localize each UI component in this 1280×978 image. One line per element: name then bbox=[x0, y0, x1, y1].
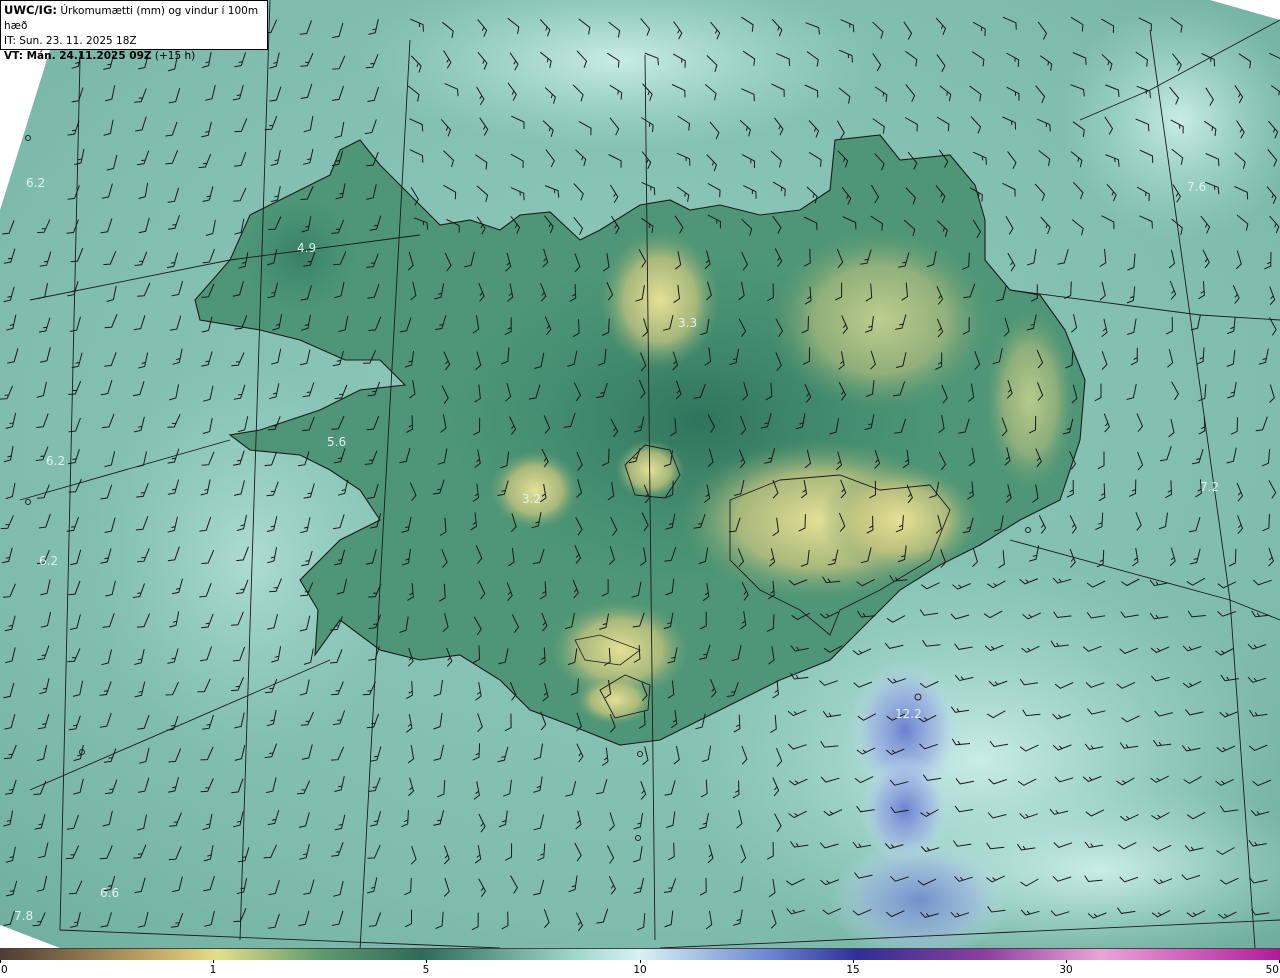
colorbar-tick-label: 30 bbox=[1059, 964, 1073, 976]
map-label: 6.2 bbox=[46, 454, 65, 468]
valid-time: VT: Mán. 24.11.2025 09Z bbox=[4, 50, 152, 62]
colorbar-tick-label: 50 bbox=[1265, 964, 1279, 976]
map-label: 7.2 bbox=[1200, 480, 1219, 494]
map-label: 5.6 bbox=[327, 435, 346, 449]
map-label: 7.8 bbox=[14, 909, 33, 923]
map-label: 3.2 bbox=[522, 492, 541, 506]
colorbar-tick-label: 15 bbox=[846, 964, 860, 976]
model-name: UWC/IG: bbox=[4, 3, 57, 17]
map-label: 7.6 bbox=[1187, 180, 1206, 194]
colorbar-tick-label: 5 bbox=[422, 964, 430, 976]
map-label: 4.9 bbox=[297, 241, 316, 255]
map-label: 6.6 bbox=[100, 886, 119, 900]
valid-line: VT: Mán. 24.11.2025 09Z (+15 h) bbox=[4, 49, 264, 64]
colorbar-tick-label: 10 bbox=[633, 964, 647, 976]
title-line: UWC/IG: Úrkomumætti (mm) og vindur í 100… bbox=[4, 3, 264, 34]
colorbar-tick-label: 1 bbox=[209, 964, 217, 976]
lead-time: (+15 h) bbox=[151, 50, 196, 62]
map-label: 3.3 bbox=[678, 316, 697, 330]
colorbar bbox=[0, 948, 1280, 960]
map-label: 6.2 bbox=[39, 554, 58, 568]
map-label: 6.2 bbox=[26, 176, 45, 190]
map-header: UWC/IG: Úrkomumætti (mm) og vindur í 100… bbox=[0, 0, 268, 62]
issue-time: IT: Sun. 23. 11. 2025 18Z bbox=[4, 35, 137, 47]
map-label: 12.2 bbox=[895, 707, 922, 721]
colorbar-tick-label: 0 bbox=[1, 964, 8, 976]
precipitation-map: 6.2 4.9 5.6 6.2 6.2 3.2 3.3 7.6 7.2 12.2… bbox=[0, 0, 1280, 948]
colorbar-ticks: 0 1 5 10 15 30 50 bbox=[0, 960, 1280, 978]
